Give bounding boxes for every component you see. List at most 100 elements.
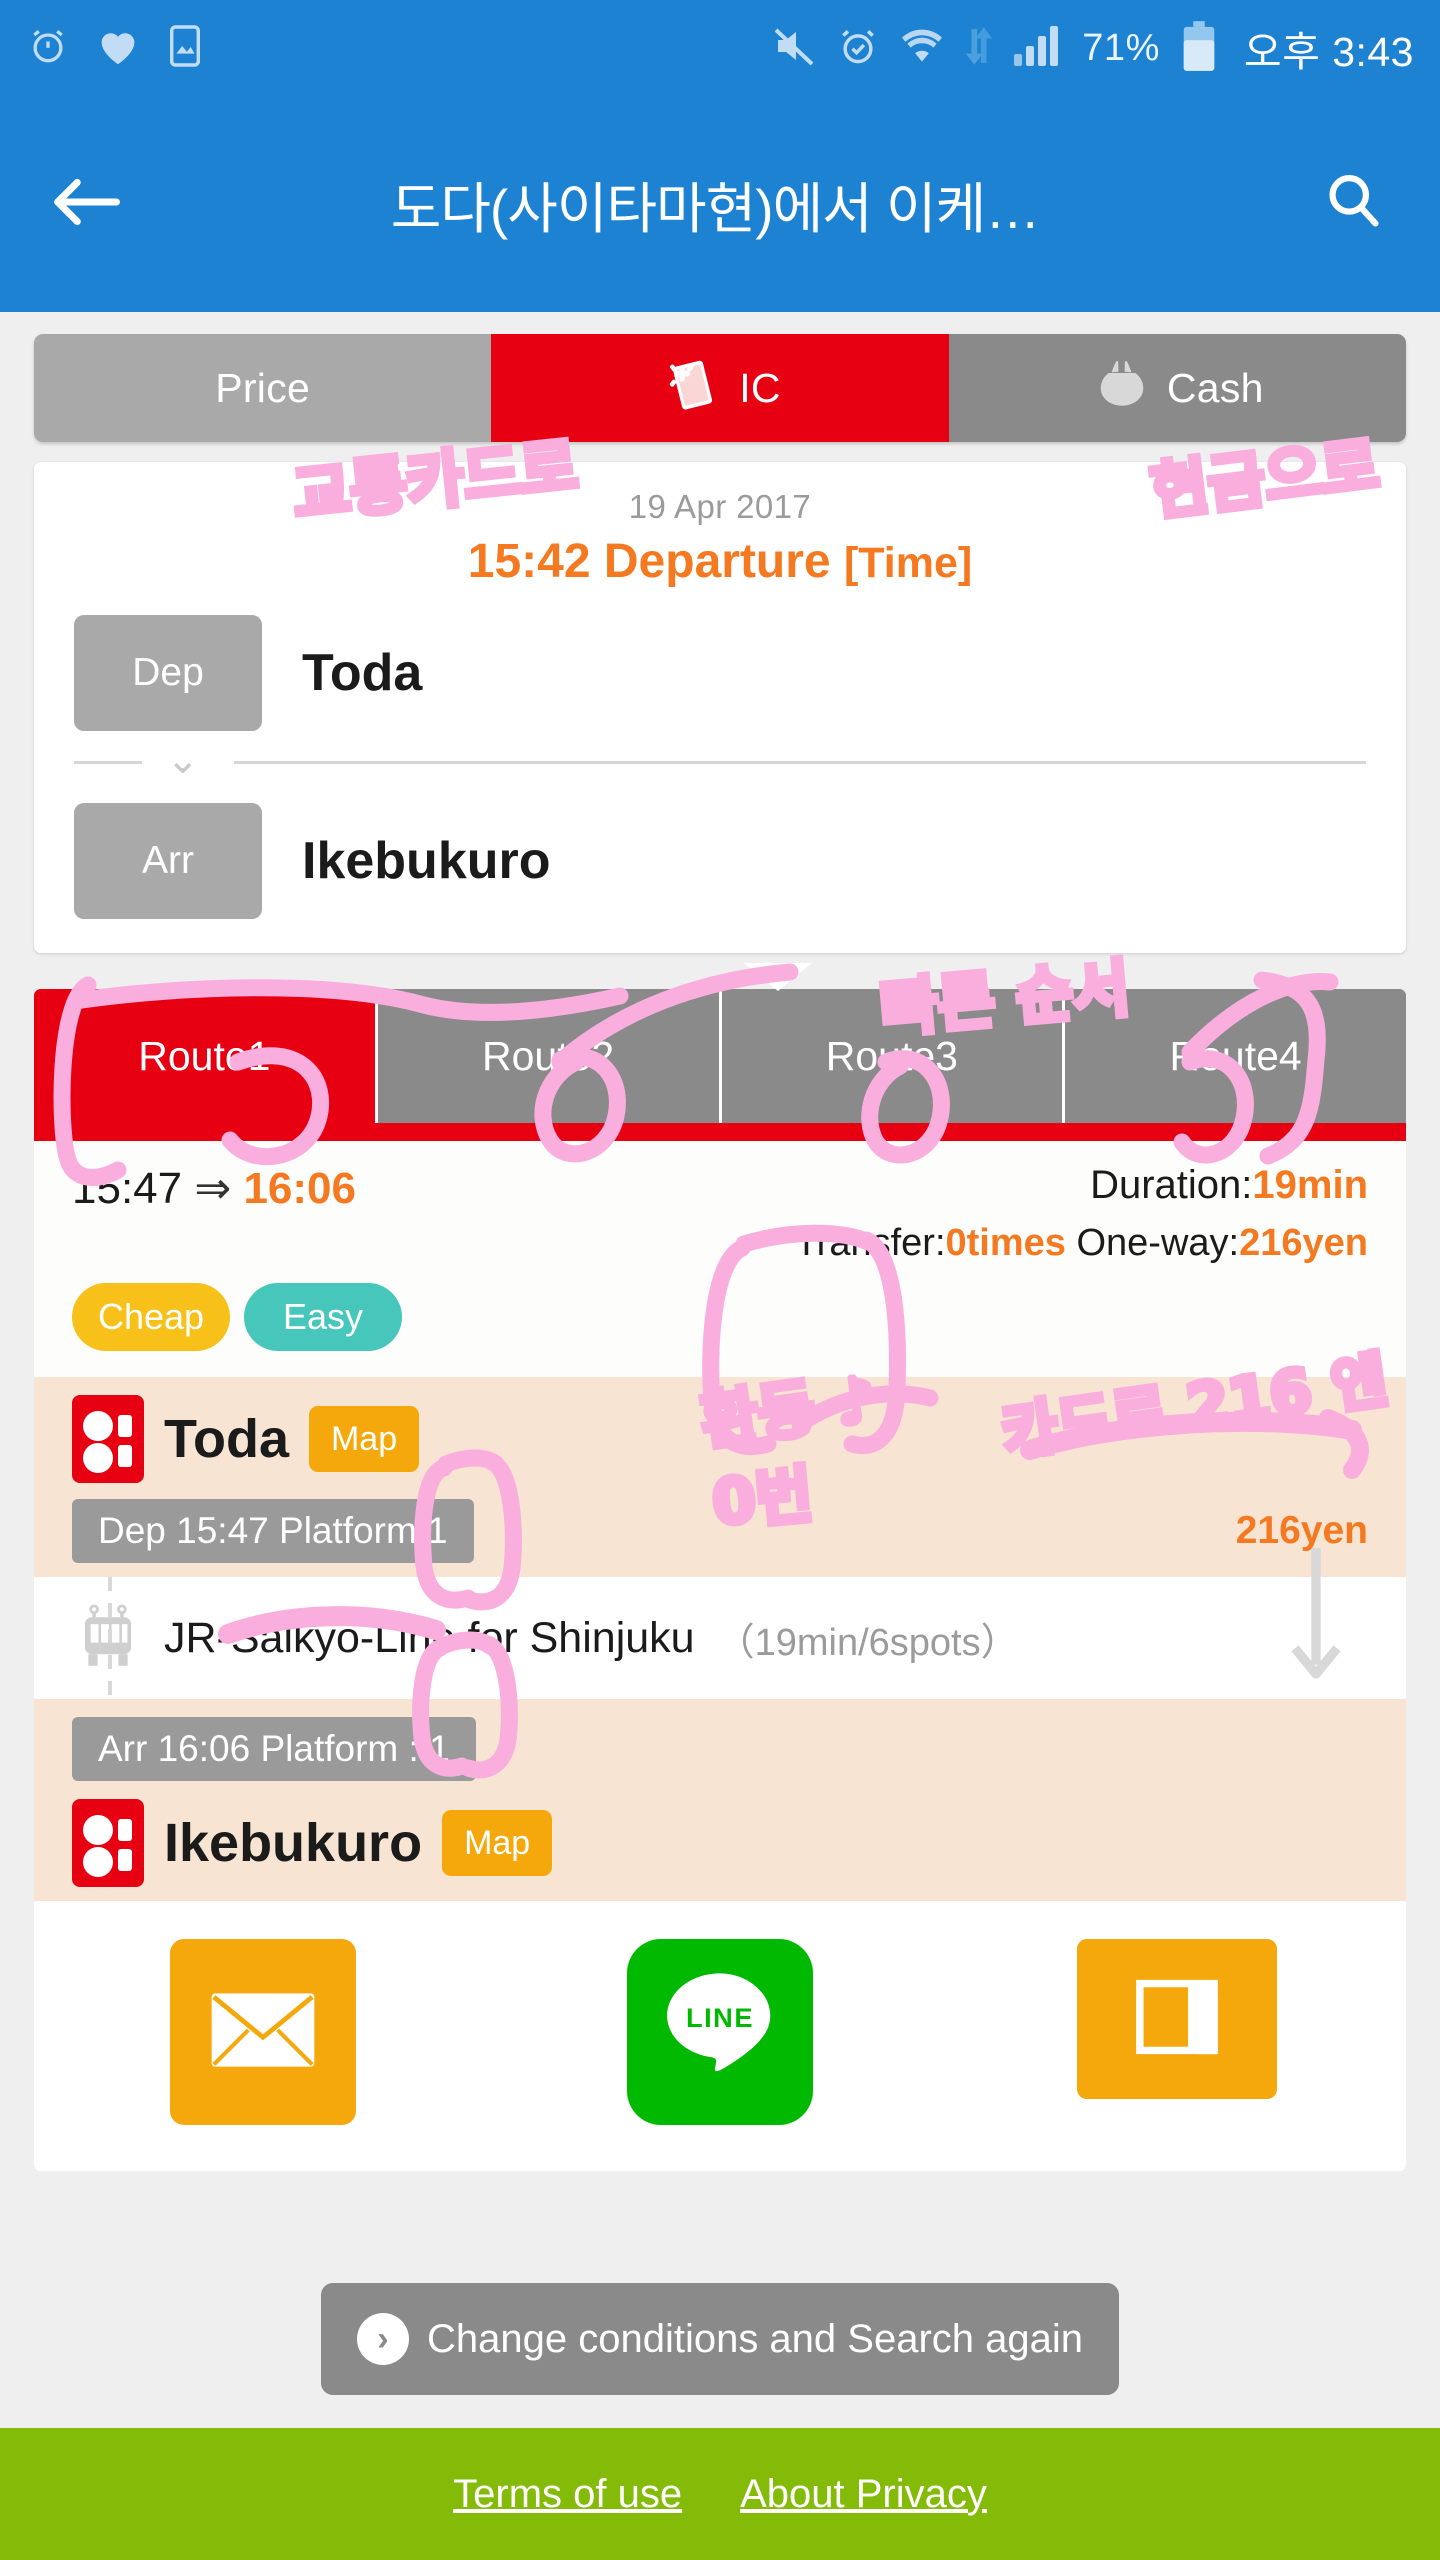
about-privacy-link[interactable]: About Privacy: [740, 2472, 987, 2517]
fare-type-tabs: Price IC Cash: [34, 334, 1406, 442]
departure-time-value: 15:42: [467, 535, 591, 588]
route-oneway-label: One-way:: [1076, 1222, 1240, 1264]
share-buttons-row: LINE: [34, 1901, 1406, 2171]
svg-text:LINE: LINE: [686, 2001, 754, 2032]
status-bar-left-icons: [26, 23, 204, 74]
photo-icon: [166, 23, 204, 74]
route-caret: [744, 963, 812, 991]
leg-destination-station: Arr 16:06 Platform : 1 Ikebukuro Map: [34, 1699, 1406, 1901]
route-tab-1[interactable]: Route1: [34, 989, 378, 1123]
mute-icon: [770, 24, 818, 73]
map-button-destination[interactable]: Map: [442, 1810, 553, 1876]
status-bar: 71% 오후 3:43: [0, 0, 1440, 96]
station-marker-icon: [72, 1395, 144, 1483]
departure-time-suffix: [Time]: [843, 539, 973, 587]
journey-summary-card: 19 Apr 2017 15:42 Departure [Time] Dep T…: [34, 462, 1406, 953]
route-transfer-label: Transfer:: [794, 1222, 946, 1264]
change-conditions-wrap: › Change conditions and Search again: [0, 2283, 1440, 2395]
terms-of-use-link[interactable]: Terms of use: [453, 2472, 682, 2517]
destination-platform-chip: Arr 16:06 Platform : 1: [72, 1717, 476, 1781]
route-arrive-time: 16:06: [243, 1164, 356, 1213]
leg-destination-name: Ikebukuro: [164, 1813, 423, 1873]
memo-share-button[interactable]: [1077, 1939, 1278, 2099]
mail-share-button[interactable]: [169, 1939, 356, 2125]
route-section: Route1 Route2 Route3 Route4 15:47 ⇒ 16:0: [34, 963, 1406, 2171]
origin-station-name: Toda: [302, 644, 423, 702]
route-tab-3[interactable]: Route3: [721, 989, 1066, 1123]
route-transfer-fare: Transfer:0times One-way:216yen: [795, 1222, 1368, 1265]
wallet-icon: [1091, 352, 1153, 424]
change-conditions-label: Change conditions and Search again: [426, 2316, 1084, 2361]
route-badges: Cheap Easy: [72, 1283, 1368, 1351]
line-share-button[interactable]: LINE: [626, 1939, 813, 2125]
arr-chip: Arr: [74, 803, 262, 919]
mail-icon: [208, 1989, 318, 2076]
train-line-duration: （19min/6spots）: [716, 1621, 1019, 1664]
route-tab-2-label: Route2: [482, 1032, 615, 1079]
signal-icon: [1012, 24, 1064, 73]
fare-tab-price[interactable]: Price: [34, 334, 492, 442]
chevron-right-icon: ›: [356, 2313, 409, 2365]
separator-line-left: [74, 761, 142, 764]
battery-percent: 71%: [1082, 26, 1160, 69]
separator-line-right: [234, 761, 1366, 764]
badge-easy: Easy: [244, 1283, 402, 1351]
journey-date: 19 Apr 2017: [628, 488, 812, 525]
destination-row[interactable]: Arr Ikebukuro: [34, 803, 1406, 919]
memo-icon: [1125, 1971, 1229, 2068]
route-tabs-underline: [34, 1123, 1406, 1141]
footer-bar: Terms of use About Privacy: [0, 2428, 1440, 2560]
fare-tab-cash[interactable]: Cash: [948, 334, 1406, 442]
app-bar: 도다(사이타마현)에서 이케…: [0, 96, 1440, 312]
route-duration-value: 19min: [1252, 1163, 1368, 1207]
route-oneway-value: 216yen: [1239, 1222, 1368, 1264]
status-bar-right-icons: 71% 오후 3:43: [770, 18, 1414, 79]
dep-chip: Dep: [74, 615, 262, 731]
back-button[interactable]: [34, 172, 138, 237]
fare-tab-cash-label: Cash: [1166, 364, 1264, 411]
leg-origin-station: Toda Map Dep 15:47 Platform 1 216yen: [34, 1377, 1406, 1577]
route-tabs: Route1 Route2 Route3 Route4: [34, 989, 1406, 1123]
leg-direction-arrow-icon: [1288, 1543, 1344, 1698]
journey-departure-time: 15:42 Departure [Time]: [34, 534, 1406, 589]
alarm-clock-icon: [26, 24, 70, 73]
search-button[interactable]: [1302, 171, 1406, 238]
route-tab-4[interactable]: Route4: [1065, 989, 1406, 1123]
route-time-range: 15:47 ⇒ 16:06: [72, 1163, 356, 1214]
battery-icon: [1178, 18, 1220, 79]
route-depart-time: 15:47: [72, 1164, 183, 1213]
fare-tab-ic[interactable]: IC: [491, 334, 949, 442]
status-bar-clock: 오후 3:43: [1243, 29, 1414, 75]
station-marker-icon: [72, 1799, 144, 1887]
fare-tab-price-label: Price: [215, 364, 311, 411]
data-transfer-icon: [964, 25, 994, 72]
route-tab-2[interactable]: Route2: [377, 989, 722, 1123]
chevron-down-icon: ⌄: [166, 738, 200, 782]
leg-origin-name: Toda: [164, 1409, 289, 1469]
route-transfer-value: 0times: [945, 1222, 1066, 1264]
route-tab-1-label: Route1: [138, 1032, 271, 1079]
fare-tab-ic-label: IC: [739, 364, 781, 411]
change-conditions-button[interactable]: › Change conditions and Search again: [320, 2283, 1120, 2395]
route-tab-4-label: Route4: [1169, 1032, 1302, 1079]
departure-time-label: Departure: [603, 535, 831, 588]
origin-row[interactable]: Dep Toda: [34, 615, 1406, 731]
leg-rail-line: [108, 1577, 112, 1699]
heart-icon: [96, 26, 140, 71]
route-duration-label: Duration:: [1090, 1163, 1253, 1207]
map-button-origin[interactable]: Map: [308, 1406, 420, 1472]
badge-cheap: Cheap: [72, 1283, 230, 1351]
train-line-name: JR-Saikyo-Line for Shinjuku: [164, 1613, 695, 1662]
destination-station-name: Ikebukuro: [302, 832, 551, 890]
ic-card-icon: [659, 350, 725, 426]
alarm-set-icon: [836, 23, 880, 74]
origin-platform-chip: Dep 15:47 Platform 1: [72, 1499, 474, 1563]
line-logo-icon: LINE: [654, 1962, 786, 2103]
od-separator: ⌄: [74, 738, 1366, 782]
route-summary: 15:47 ⇒ 16:06 Duration:19min Transfer:0t…: [34, 1141, 1406, 1377]
route-detail-body: 15:47 ⇒ 16:06 Duration:19min Transfer:0t…: [34, 1141, 1406, 2171]
back-arrow-icon: [49, 172, 123, 237]
search-icon: [1323, 171, 1385, 238]
wifi-icon: [898, 25, 946, 72]
app-screen: 71% 오후 3:43 도다(사이타마현)에서 이케… Price IC Cas…: [0, 0, 1440, 2560]
